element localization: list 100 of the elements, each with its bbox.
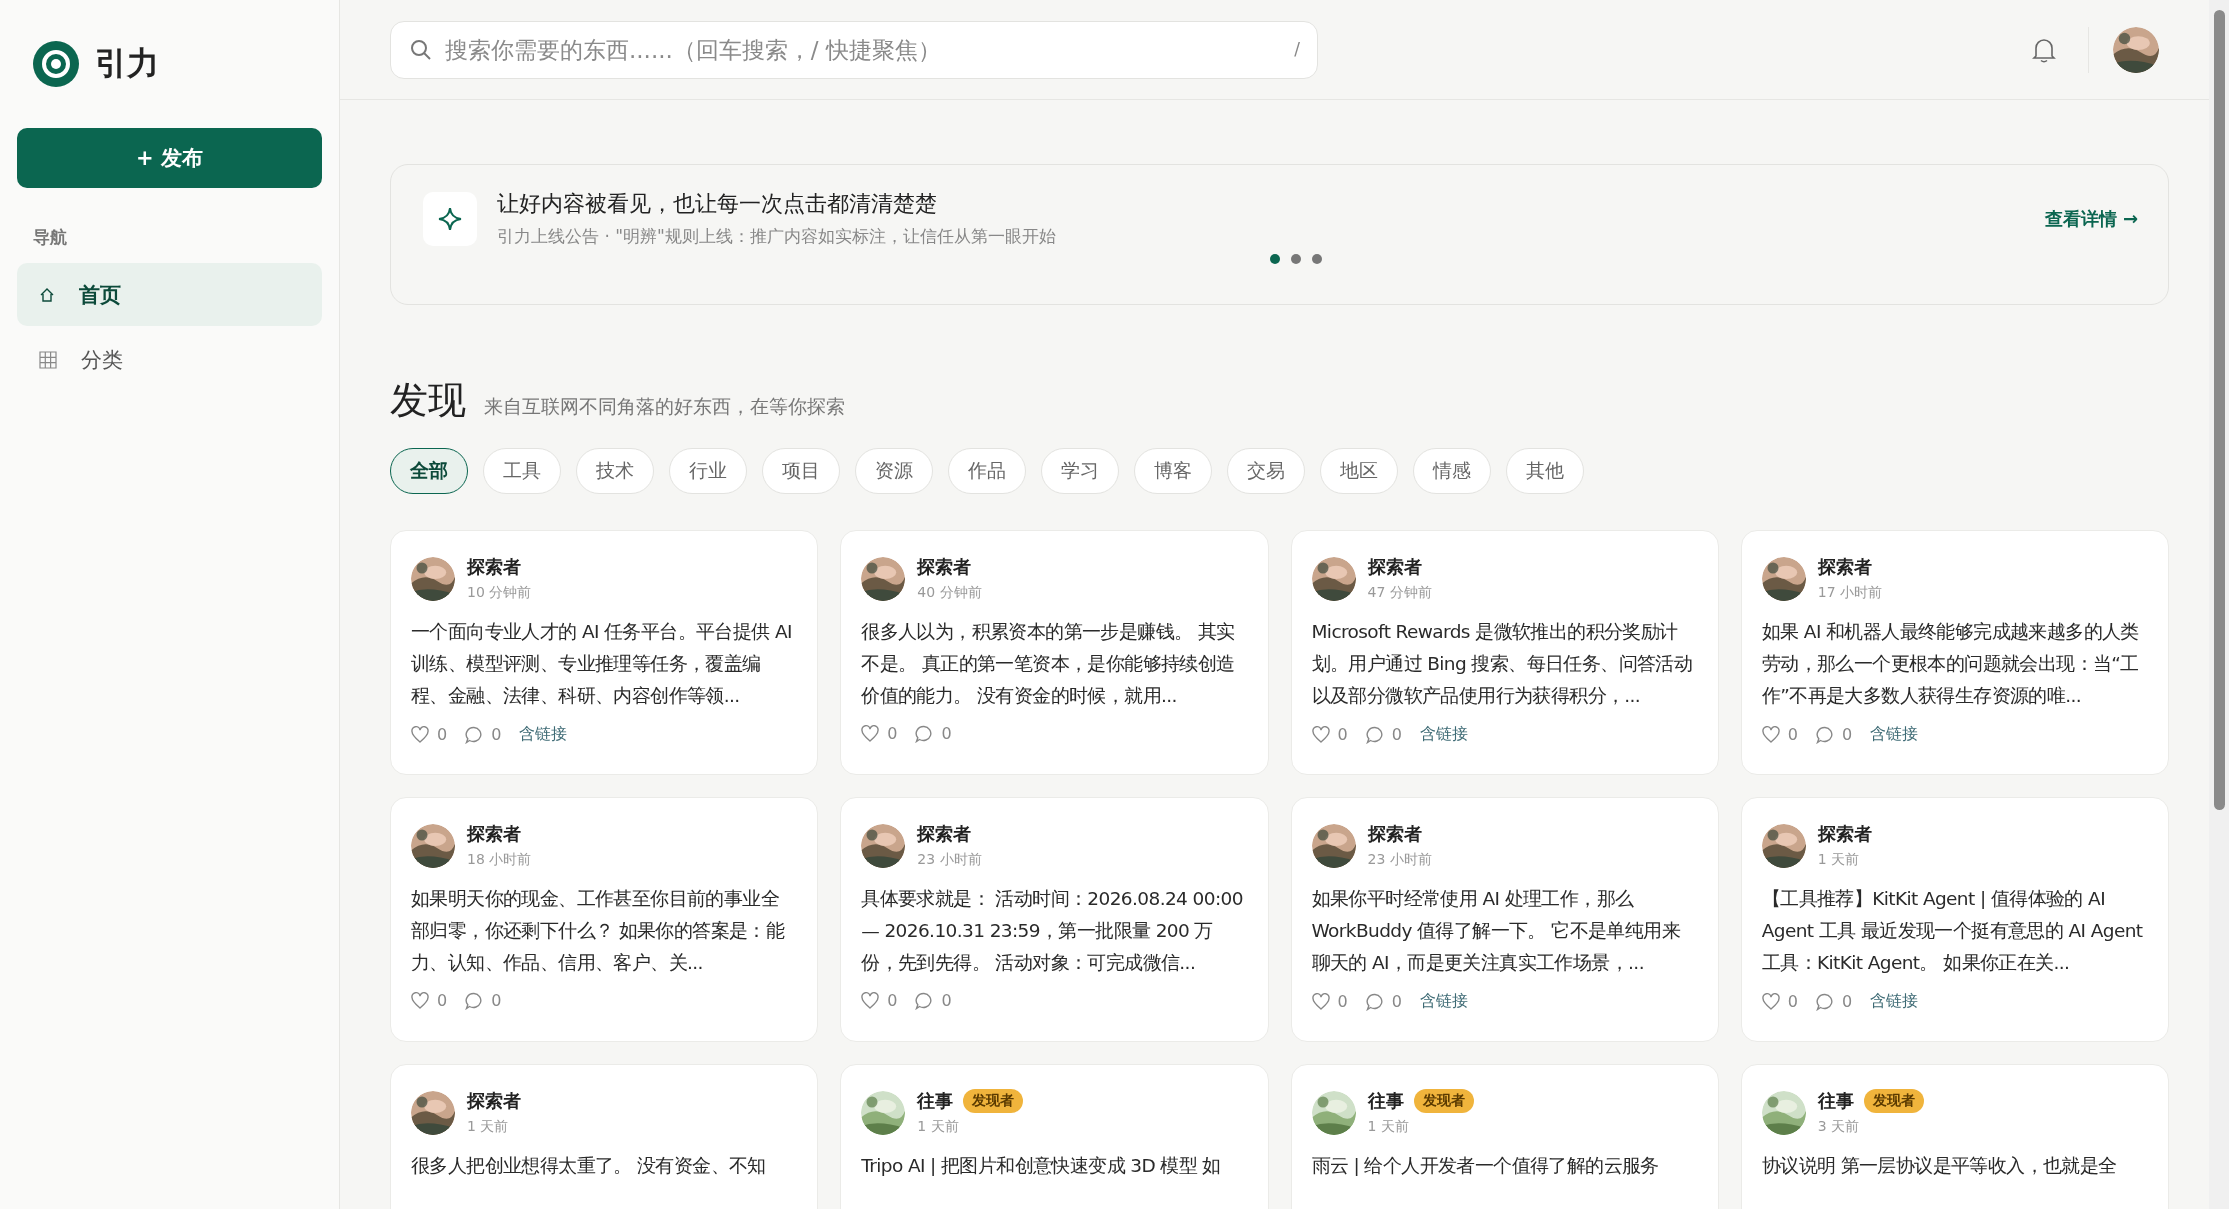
author-name: 探索者 [1367,555,1422,579]
post-time: 23 小时前 [1367,851,1432,869]
heart-icon[interactable] [861,725,880,742]
comment-count: 0 [941,724,952,743]
post-time: 47 分钟前 [1367,584,1432,602]
scrollbar-thumb[interactable] [2213,10,2225,810]
comment-icon[interactable] [465,991,484,1010]
post-card[interactable]: 探索者 1 天前 很多人把创业想得太重了。 没有资金、不知 [390,1064,819,1209]
carousel-dot[interactable] [1290,254,1301,264]
bell-icon[interactable] [2032,36,2056,63]
post-text: 雨云 | 给个人开发者一个值得了解的云服务 [1311,1154,1660,1178]
category-tag[interactable]: 工具 [483,448,561,494]
author-name: 探索者 [917,555,972,579]
like-count: 0 [1337,725,1348,744]
category-tag[interactable]: 行业 [669,448,747,494]
comment-count: 0 [941,991,952,1010]
post-card[interactable]: 探索者 47 分钟前 Microsoft Rewards 是微软推出的积分奖励计划。用户通过 Bing 搜索、每日任务、问答活动以及部分微软产品使用行为获得积分，... 0 0 含链接 [1290,530,1719,775]
post-card[interactable]: 探索者 23 小时前 如果你平时经常使用 AI 处理工作，那么 WorkBuddy 值得了解一下。 它不是单纯用来聊天的 AI，而是更关注真实工作场景，... 0 0 含链接 [1290,797,1719,1042]
category-tag[interactable]: 资源 [855,448,933,494]
badge: 发现者 [1413,1089,1474,1113]
post-text: 如果明天你的现金、工作甚至你目前的事业全部归零，你还剩下什么？ 如果你的答案是：能力、认知、作品、信用、客户、关... [411,887,786,975]
post-card[interactable]: 往事 发现者 3 天前 协议说明 第一层协议是平等收入，也就是全 [1740,1064,2169,1209]
category-tag[interactable]: 学习 [1041,448,1119,494]
link-tag: 含链接 [1870,724,1919,745]
post-card[interactable]: 探索者 23 小时前 具体要求就是： 活动时间：2026.08.24 00:00 — 2026.10.31 23:59，第一批限量 200 万份，先到先得。 活动对象：可完成微信... 0 0 [840,797,1269,1042]
author-name: 往事 [917,1089,954,1113]
heart-icon[interactable] [1311,993,1330,1010]
category-tag[interactable]: 交易 [1227,448,1305,494]
comment-icon[interactable] [915,724,934,743]
author-name: 往事 [1817,1089,1854,1113]
post-time: 1 天前 [1817,851,1861,869]
carousel-dot[interactable] [1269,254,1280,264]
post-text: 具体要求就是： 活动时间：2026.08.24 00:00 — 2026.10.31 23:59，第一批限量 200 万份，先到先得。 活动对象：可完成微信... [861,887,1244,975]
heart-icon[interactable] [1761,993,1780,1010]
nav-item[interactable]: 首页 [17,263,322,326]
post-time: 1 天前 [467,1118,510,1136]
link-tag: 含链接 [519,724,568,745]
banner-title: 让好内容被看见，也让每一次点击都清清楚楚 [497,190,938,218]
heart-icon[interactable] [1761,726,1780,743]
post-card[interactable]: 探索者 18 小时前 如果明天你的现金、工作甚至你目前的事业全部归零，你还剩下什么？ 如果你的答案是：能力、认知、作品、信用、客户、关... 0 0 [390,797,819,1042]
link-tag: 含链接 [1419,991,1468,1012]
post-time: 17 小时前 [1817,584,1882,602]
category-tag[interactable]: 技术 [576,448,654,494]
comment-icon[interactable] [915,991,934,1010]
post-time: 3 天前 [1817,1118,1861,1136]
home-icon [39,286,55,303]
comment-icon[interactable] [1815,725,1834,744]
link-tag: 含链接 [1870,991,1919,1012]
publish-button[interactable]: + 发布 [17,128,322,188]
comment-icon[interactable] [1365,725,1384,744]
heart-icon[interactable] [411,992,429,1009]
post-time: 40 分钟前 [917,584,982,602]
post-card[interactable]: 往事 发现者 1 天前 雨云 | 给个人开发者一个值得了解的云服务 [1290,1064,1719,1209]
category-tag[interactable]: 项目 [762,448,840,494]
comment-count: 0 [1841,725,1853,744]
post-time: 1 天前 [917,1118,960,1136]
author-name: 往事 [1367,1089,1404,1113]
post-text: Tripo AI | 把图片和创意快速变成 3D 模型 如 [861,1154,1222,1178]
banner-subtitle: 引力上线公告 · "明辨"规则上线：推广内容如实标注，让信任从第一眼开始 [497,225,1056,248]
post-text: 如果你平时经常使用 AI 处理工作，那么 WorkBuddy 值得了解一下。 它不是单纯用来聊天的 AI，而是更关注真实工作场景，... [1311,887,1681,975]
category-tag[interactable]: 情感 [1413,448,1491,494]
like-count: 0 [437,725,448,744]
comment-icon[interactable] [1815,992,1834,1011]
nav-item[interactable]: 分类 [17,328,322,391]
like-count: 0 [1787,992,1798,1011]
comment-count: 0 [491,725,502,744]
category-tag[interactable]: 博客 [1134,448,1212,494]
like-count: 0 [887,991,898,1010]
post-card[interactable]: 探索者 1 天前 【工具推荐】KitKit Agent | 值得体验的 AI Agent 工具 最近发现一个挺有意思的 AI Agent 工具：KitKit Agent。 如果你正在关... 0 0 含链接 [1740,797,2169,1042]
heart-icon[interactable] [411,726,429,743]
post-time: 10 分钟前 [467,584,532,602]
section-subtitle: 来自互联网不同角落的好东西，在等你探索 [484,394,845,419]
post-text: 协议说明 第一层协议是平等收入，也就是全 [1761,1154,2118,1178]
carousel-dot[interactable] [1311,254,1322,264]
author-name: 探索者 [467,822,521,846]
category-tag[interactable]: 地区 [1320,448,1398,494]
category-tag[interactable]: 其他 [1506,448,1584,494]
post-text: 如果 AI 和机器人最终能够完成越来越多的人类劳动，那么一个更根本的问题就会出现：当“工作”不再是大多数人获得生存资源的唯... [1761,620,2140,708]
post-text: 一个面向专业人才的 AI 任务平台。平台提供 AI 训练、模型评测、专业推理等任务，覆盖编程、金融、法律、科研、内容创作等领... [411,620,793,708]
link-tag: 含链接 [1419,724,1468,745]
heart-icon[interactable] [1311,726,1330,743]
shortcut-hint: / [1294,38,1300,59]
details-link[interactable]: 查看详情 → [2044,206,2138,231]
post-card[interactable]: 探索者 40 分钟前 很多人以为，积累资本的第一步是赚钱。 其实不是。 真正的第一笔资本，是你能够持续创造价值的能力。 没有资金的时候，就用... 0 0 [840,530,1269,775]
author-name: 探索者 [917,822,972,846]
like-count: 0 [1787,725,1798,744]
category-tag[interactable]: 作品 [948,448,1026,494]
post-time: 18 小时前 [467,851,532,869]
author-name: 探索者 [1817,822,1872,846]
post-card[interactable]: 探索者 10 分钟前 一个面向专业人才的 AI 任务平台。平台提供 AI 训练、模型评测、专业推理等任务，覆盖编程、金融、法律、科研、内容创作等领... 0 0 含链接 [390,530,819,775]
like-count: 0 [437,991,448,1010]
post-card[interactable]: 往事 发现者 1 天前 Tripo AI | 把图片和创意快速变成 3D 模型 如 [840,1064,1269,1209]
badge: 发现者 [963,1089,1024,1113]
post-card[interactable]: 探索者 17 小时前 如果 AI 和机器人最终能够完成越来越多的人类劳动，那么一个更根本的问题就会出现：当“工作”不再是大多数人获得生存资源的唯... 0 0 含链接 [1740,530,2169,775]
category-tag[interactable]: 全部 [390,448,468,494]
comment-count: 0 [1391,725,1402,744]
like-count: 0 [887,724,898,743]
comment-icon[interactable] [465,725,484,744]
heart-icon[interactable] [861,992,880,1009]
comment-icon[interactable] [1365,992,1384,1011]
